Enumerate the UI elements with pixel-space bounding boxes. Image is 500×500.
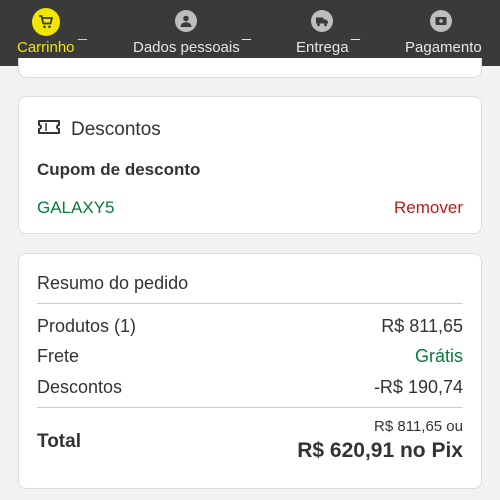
coupon-code: GALAXY5 <box>37 198 115 217</box>
summary-row-label: Produtos (1) <box>37 316 137 336</box>
summary-row-value: -R$ 190,74 <box>373 377 463 397</box>
coupon-section-title: Cupom de desconto <box>37 160 201 179</box>
remove-coupon-link[interactable]: Remover <box>394 198 463 218</box>
step-label: Entrega <box>296 39 349 56</box>
total-regular-price: R$ 811,65 ou <box>374 418 463 435</box>
discounts-title: Descontos <box>71 118 161 140</box>
checkout-steps-bar: Carrinho _ Dados pessoais _ Entrega _ Pa… <box>0 0 500 66</box>
truck-icon <box>311 10 333 32</box>
summary-row-label: Descontos <box>37 377 123 397</box>
step-pagamento[interactable]: Pagamento <box>395 0 500 66</box>
step-label: Carrinho <box>17 39 75 56</box>
wallet-icon <box>430 10 452 32</box>
ticket-icon <box>37 118 61 141</box>
cart-icon <box>32 8 60 36</box>
summary-row-value: Grátis <box>414 346 463 366</box>
total-pix-price: R$ 620,91 no Pix <box>297 439 463 462</box>
step-separator: _ <box>78 24 87 41</box>
step-entrega[interactable]: Entrega _ <box>285 0 375 66</box>
order-summary-title: Resumo do pedido <box>37 273 189 293</box>
step-separator: _ <box>242 24 251 41</box>
step-label: Pagamento <box>405 39 482 56</box>
discounts-header: Descontos <box>37 118 161 141</box>
divider <box>37 303 463 304</box>
step-dados-pessoais[interactable]: Dados pessoais _ <box>120 0 260 66</box>
divider <box>37 407 463 408</box>
previous-card-edge <box>18 58 482 78</box>
total-label: Total <box>37 431 81 452</box>
step-label: Dados pessoais <box>133 39 240 56</box>
summary-row-value: R$ 811,65 <box>381 316 463 336</box>
step-carrinho[interactable]: Carrinho _ <box>0 0 110 66</box>
summary-row-label: Frete <box>37 346 80 366</box>
step-separator: _ <box>351 24 360 41</box>
user-icon <box>175 10 197 32</box>
